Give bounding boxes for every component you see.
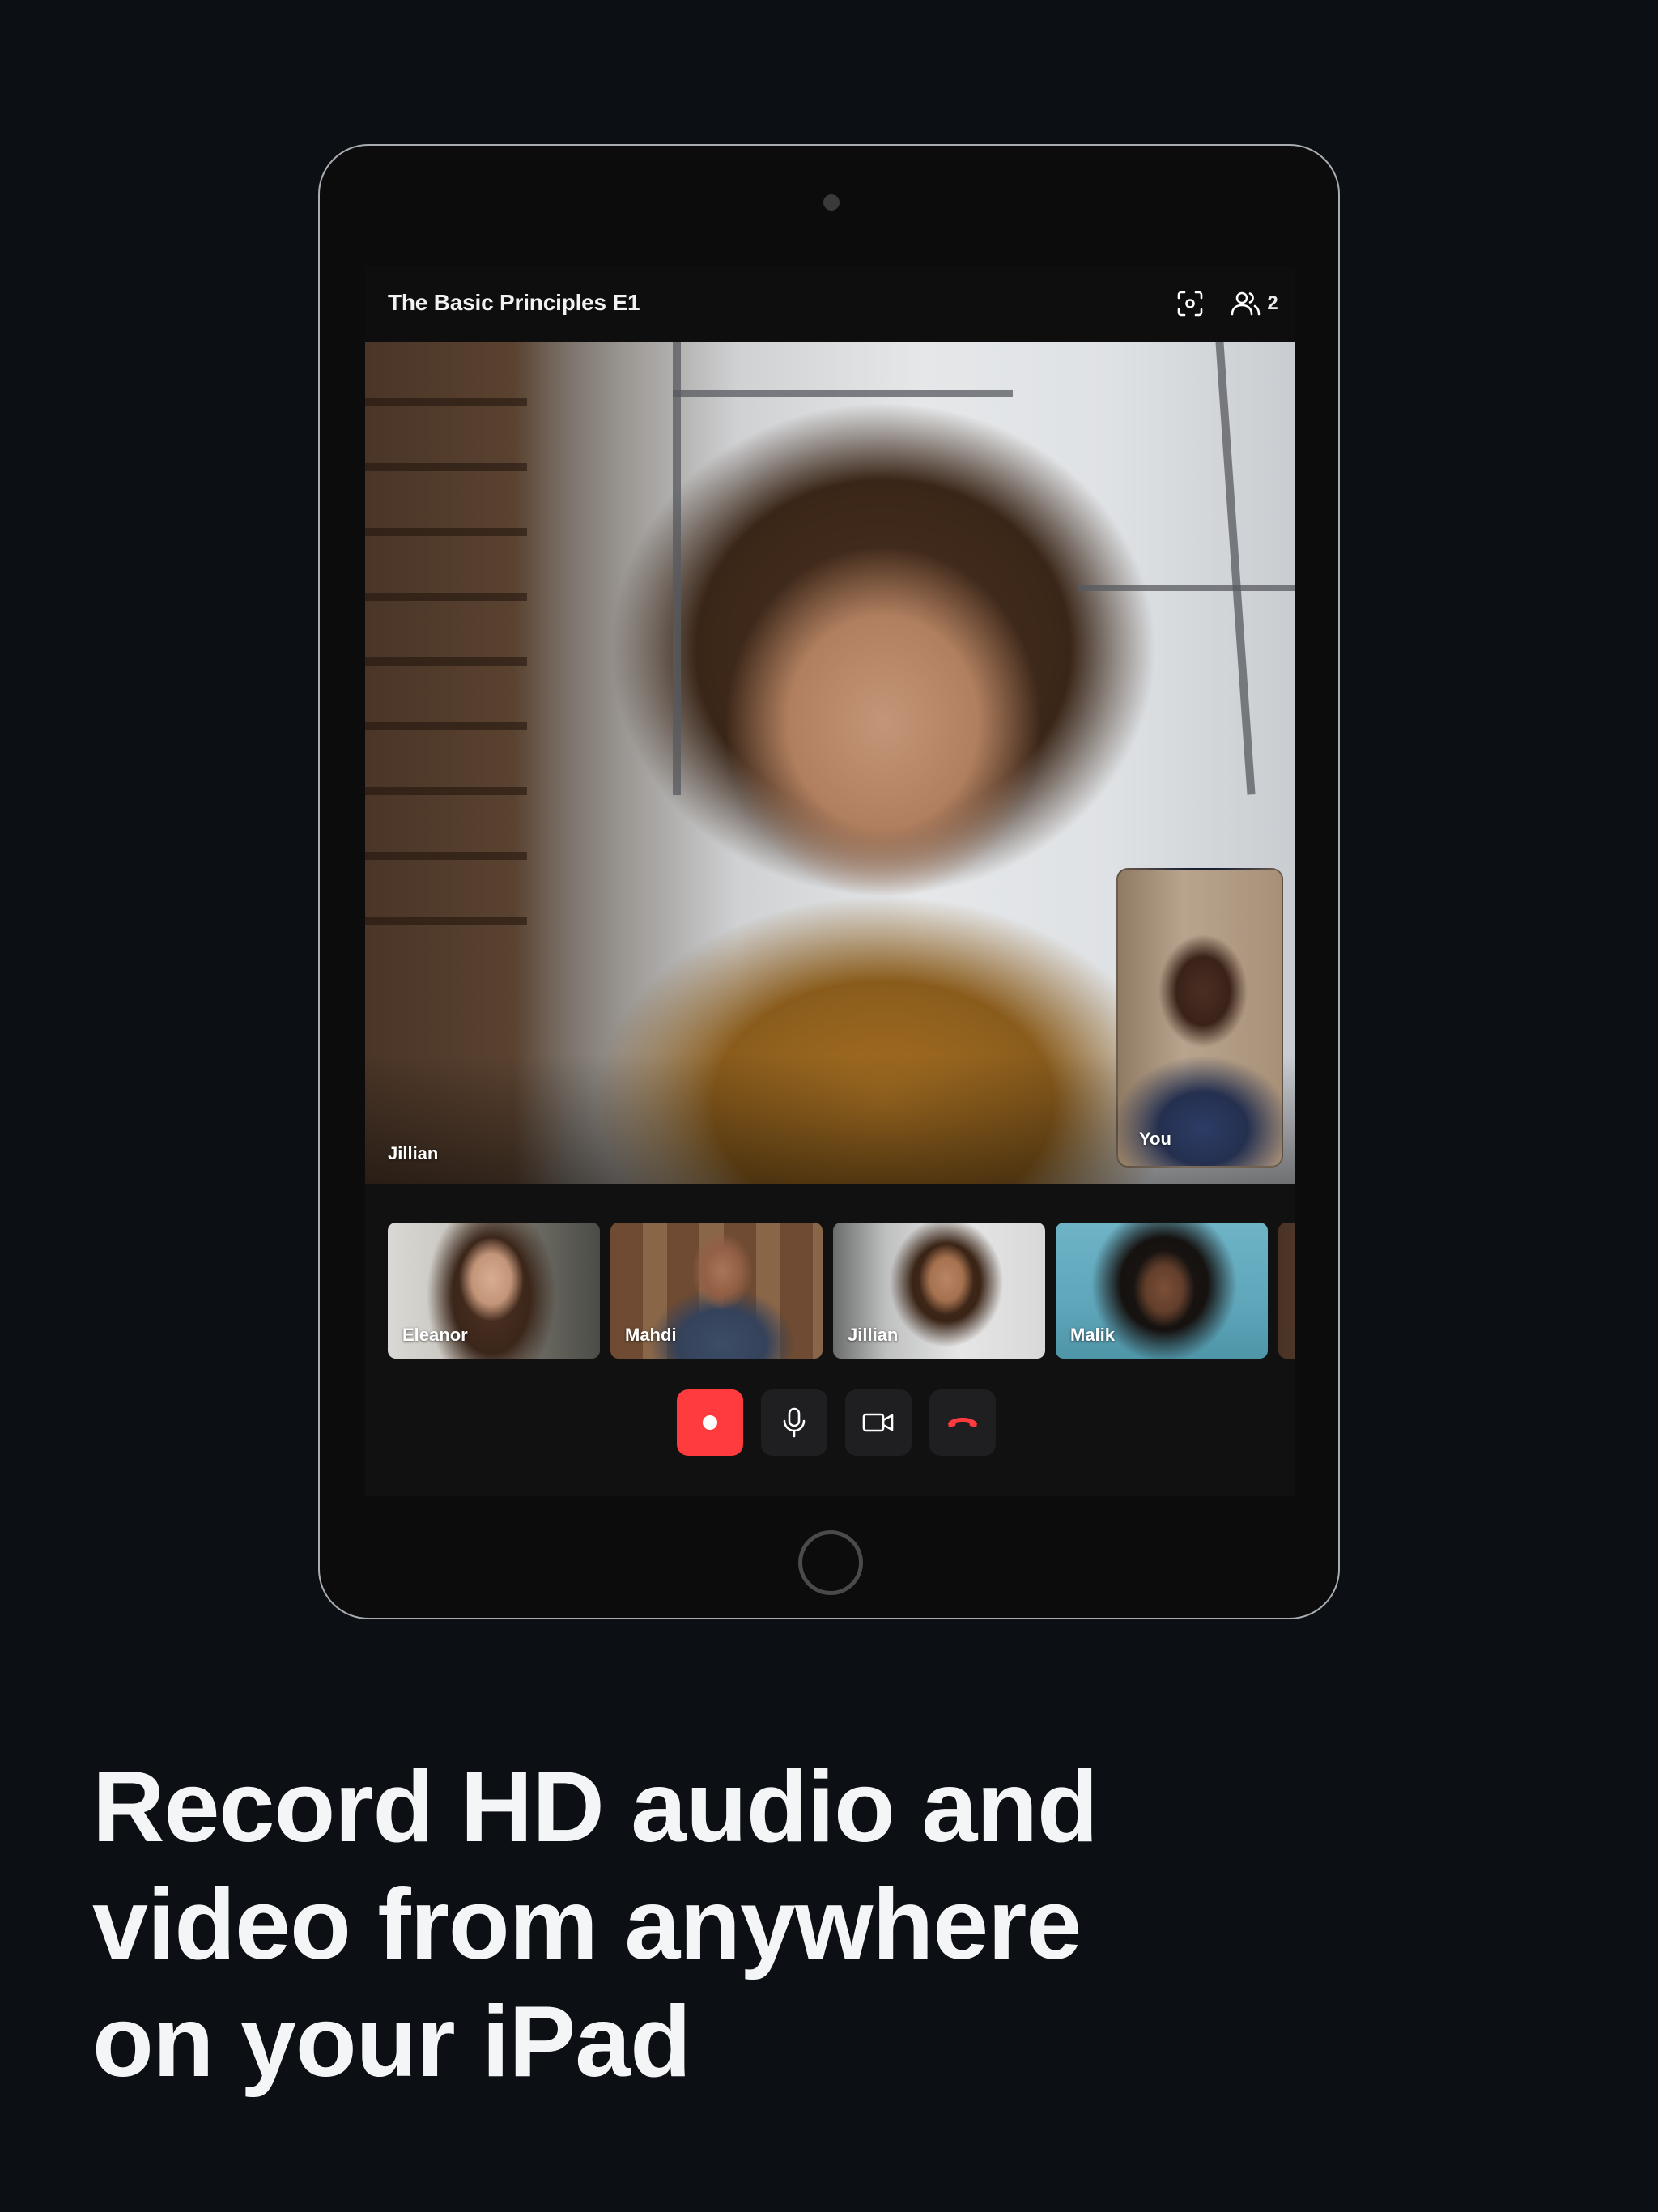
participant-tile[interactable]: Jillian (833, 1223, 1045, 1359)
headline-line: Record HD audio and (92, 1751, 1099, 1863)
self-view-label: You (1139, 1129, 1171, 1149)
front-camera (823, 194, 840, 211)
window-frame (673, 342, 681, 795)
screenshot-button[interactable] (1170, 283, 1210, 324)
call-controls (677, 1389, 996, 1456)
window-frame (673, 390, 1013, 397)
participant-name: Eleanor (402, 1325, 468, 1345)
participant-strip[interactable]: Eleanor Mahdi Jillian Malik (388, 1223, 1295, 1360)
headline-line: video from anywhere (92, 1869, 1082, 1980)
screenshot-icon (1177, 291, 1203, 317)
participant-name: Mahdi (625, 1325, 677, 1345)
participant-tile-partial[interactable] (1278, 1223, 1295, 1359)
participant-name: Malik (1070, 1325, 1116, 1345)
home-button[interactable] (798, 1530, 863, 1595)
speaker-name-label: Jillian (388, 1143, 439, 1163)
headline-line: on your iPad (92, 1986, 691, 2098)
camera-button[interactable] (845, 1389, 912, 1456)
app-screen: The Basic Principles E1 2 Jillian You El… (365, 266, 1295, 1496)
marketing-headline: Record HD audio and video from anywhere … (92, 1749, 1307, 2101)
meeting-title: The Basic Principles E1 (388, 290, 640, 315)
background-bookshelf (365, 342, 527, 957)
participant-tile[interactable]: Eleanor (388, 1223, 600, 1359)
participant-name: Jillian (848, 1325, 899, 1345)
end-call-button[interactable] (929, 1389, 996, 1456)
window-frame (1078, 585, 1295, 591)
participant-count: 2 (1267, 292, 1278, 314)
participant-tile[interactable]: Mahdi (610, 1223, 823, 1359)
participants-button[interactable]: 2 (1222, 283, 1286, 324)
video-camera-icon (862, 1413, 894, 1432)
ipad-device-frame: The Basic Principles E1 2 Jillian You El… (318, 144, 1340, 1619)
participant-tile[interactable]: Malik (1056, 1223, 1268, 1359)
record-icon (703, 1415, 717, 1430)
microphone-icon (783, 1407, 806, 1438)
microphone-button[interactable] (761, 1389, 827, 1456)
self-view-video[interactable]: You (1116, 868, 1283, 1168)
record-button[interactable] (677, 1389, 743, 1456)
participants-icon (1231, 291, 1261, 316)
phone-hangup-icon (948, 1418, 977, 1427)
meeting-header: The Basic Principles E1 2 (365, 266, 1295, 342)
window-frame (1215, 342, 1256, 795)
